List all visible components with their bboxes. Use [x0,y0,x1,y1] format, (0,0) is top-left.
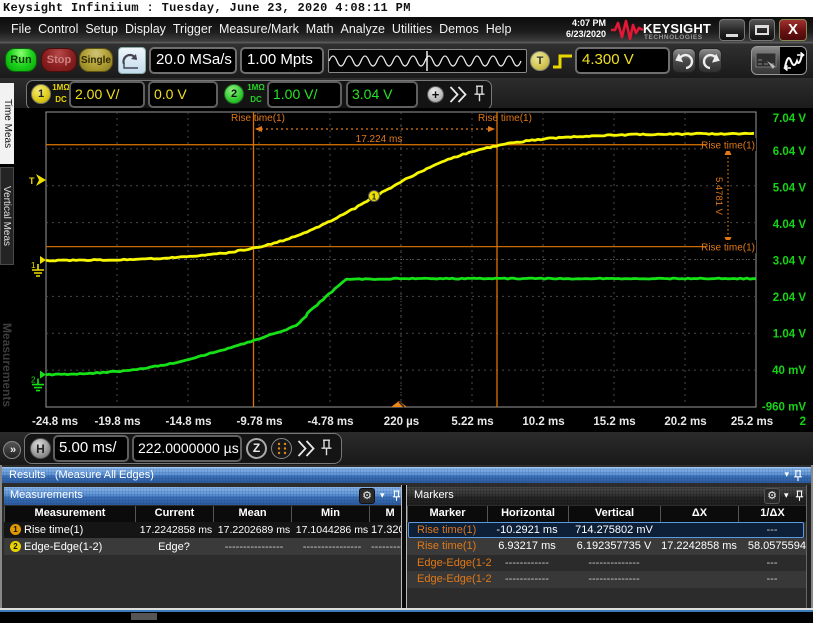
svg-text:2.04 V: 2.04 V [773,292,807,304]
svg-text:5.04 V: 5.04 V [773,182,807,194]
svg-text:1.04 V: 1.04 V [773,329,807,341]
svg-text:10.2 ms: 10.2 ms [522,416,564,428]
svg-text:15.2 ms: 15.2 ms [593,416,635,428]
svg-text:Rise time(1): Rise time(1) [701,141,755,152]
svg-text:-19.8 ms: -19.8 ms [94,416,140,428]
svg-text:6.04 V: 6.04 V [773,146,807,158]
svg-text:-24.8 ms: -24.8 ms [32,416,78,428]
svg-text:17.224 ms: 17.224 ms [356,134,403,145]
svg-text:7.04 V: 7.04 V [773,113,807,125]
svg-text:-9.78 ms: -9.78 ms [236,416,282,428]
svg-text:Rise time(1): Rise time(1) [231,113,285,124]
svg-text:1: 1 [31,261,36,270]
svg-text:25.2 ms: 25.2 ms [731,416,773,428]
svg-text:-14.8 ms: -14.8 ms [165,416,211,428]
svg-text:T: T [29,176,35,186]
svg-text:2: 2 [800,416,806,428]
svg-text:-4.78 ms: -4.78 ms [307,416,353,428]
svg-text:2: 2 [31,376,36,385]
svg-text:-960 mV: -960 mV [762,402,806,414]
svg-text:1: 1 [372,193,377,202]
svg-text:4.04 V: 4.04 V [773,219,807,231]
svg-text:40 mV: 40 mV [772,365,806,377]
svg-text:3.04 V: 3.04 V [773,256,807,268]
svg-text:20.2 ms: 20.2 ms [664,416,706,428]
svg-text:Rise time(1): Rise time(1) [701,243,755,254]
svg-text:5.4781 V: 5.4781 V [713,177,724,216]
svg-text:5.22 ms: 5.22 ms [451,416,493,428]
svg-text:Rise time(1): Rise time(1) [478,113,532,124]
svg-text:220 µs: 220 µs [384,416,419,428]
